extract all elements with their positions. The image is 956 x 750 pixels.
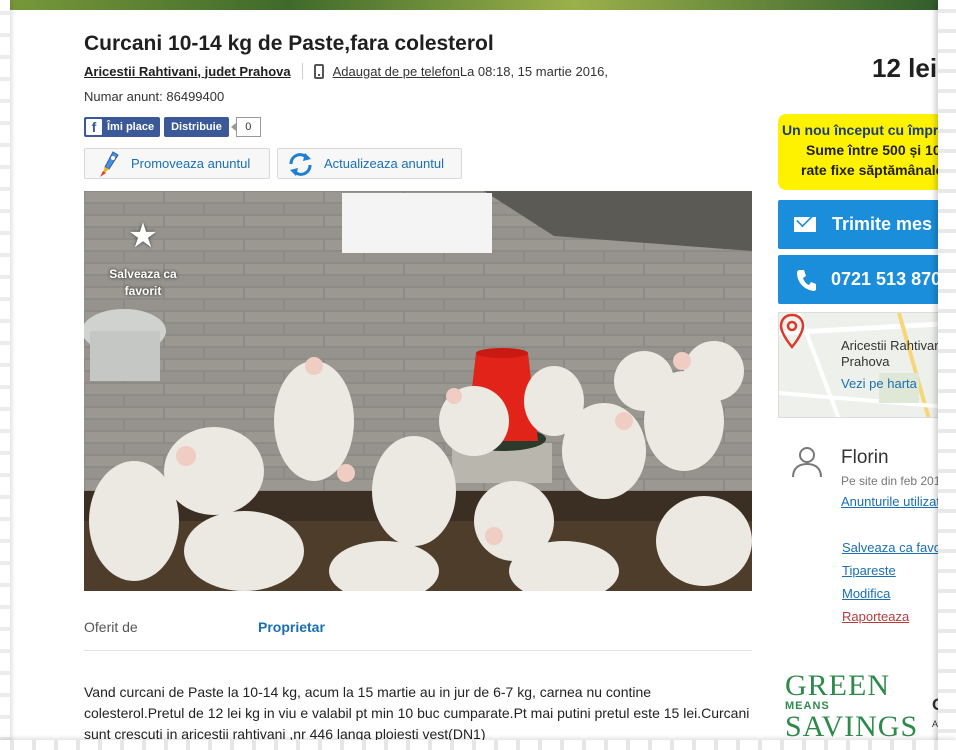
torn-edge-bottom [0,740,956,750]
facebook-f-icon: f [86,119,102,135]
user-silhouette-icon [792,447,822,478]
added-from-phone: Adaugat de pe telefon [332,63,460,79]
phone-handset-icon [797,269,816,291]
modify-link[interactable]: Modifica [842,586,890,601]
view-on-map-link[interactable]: Vezi pe harta [841,376,917,391]
meta-separator [301,63,303,79]
phone-number: 0721 513 870 [831,269,942,289]
torn-edge-right [938,0,956,750]
rocket-icon [100,151,119,177]
refresh-icon [289,153,312,176]
torn-edge-left [0,0,10,750]
ad-number: Numar anunt: 86499400 [84,89,225,104]
added-time: La 08:18, 15 martie 2016, [459,63,609,79]
map-location-line2: Prahova [841,354,890,369]
show-phone-button[interactable]: 0721 513 870 [778,255,956,304]
loan-ad-banner[interactable]: Un nou început cu împru Sume între 500 ș… [778,114,956,190]
social-buttons: f Îmi place Distribuie 0 [84,117,261,137]
envelope-icon [794,217,816,232]
top-banner-strip [0,0,956,10]
facebook-like-label: Îmi place [107,121,155,133]
share-count: 0 [230,117,261,137]
offered-by-label: Oferit de [84,619,138,635]
promote-ad-button[interactable]: Promoveaza anuntul [84,148,270,179]
facebook-like-button[interactable]: f Îmi place [84,117,161,137]
listing-description: Vand curcani de Paste la 10-14 kg, acum … [84,684,750,742]
star-icon: ★ [127,217,159,255]
offered-by-value: Proprietar [258,619,325,635]
update-ad-label: Actualizeaza anuntul [324,156,444,171]
map-pin-icon [779,313,805,349]
promote-ad-label: Promoveaza anuntul [131,156,251,171]
ad-text-savings: SAVINGS [785,710,919,743]
loan-ad-line1: Un nou început cu împru [782,122,947,138]
map-location: Aricestii Rahtivani Prahova [841,338,944,370]
page: Curcani 10-14 kg de Paste,fara colestero… [0,0,956,750]
seller-member-since: Pe site din feb 201 [841,474,941,488]
save-favorite-label: Salveaza ca favorit [109,267,177,298]
seller-ads-link[interactable]: Anunturile utilizator [841,494,952,509]
listing-location-link[interactable]: Aricestii Rahtivani, judet Prahova [84,64,291,79]
ad-text-green: GREEN [785,670,890,702]
facebook-share-button[interactable]: Distribuie [164,117,229,137]
update-ad-button[interactable]: Actualizeaza anuntul [277,148,462,179]
send-message-label: Trimite mes [832,214,933,234]
mobile-phone-icon [313,63,324,79]
price: 12 lei [872,53,938,83]
send-message-button[interactable]: Trimite mes [778,200,956,249]
loan-ad-line2: Sume între 500 și 10 [806,142,941,158]
green-means-savings-ad[interactable]: GREEN MEANS SAVINGS O AN [785,670,956,750]
print-link[interactable]: Tipareste [842,563,896,578]
loan-ad-line3: rate fixe săptămânale [801,162,944,178]
save-favorite-overlay[interactable]: ★ Salveaza ca favorit [98,218,188,300]
map-preview[interactable]: Aricestii Rahtivani Prahova Vezi pe hart… [778,312,956,418]
section-divider [84,650,752,651]
seller-name: Florin [841,447,889,468]
map-location-line1: Aricestii Rahtivani [841,338,945,353]
listing-meta: Aricestii Rahtivani, judet Prahova Adaug… [84,63,608,79]
save-favorite-link[interactable]: Salveaza ca favorit [842,540,952,555]
listing-title: Curcani 10-14 kg de Paste,fara colestero… [84,32,494,55]
listing-photo[interactable]: ★ Salveaza ca favorit [84,191,752,591]
report-link[interactable]: Raporteaza [842,609,909,624]
